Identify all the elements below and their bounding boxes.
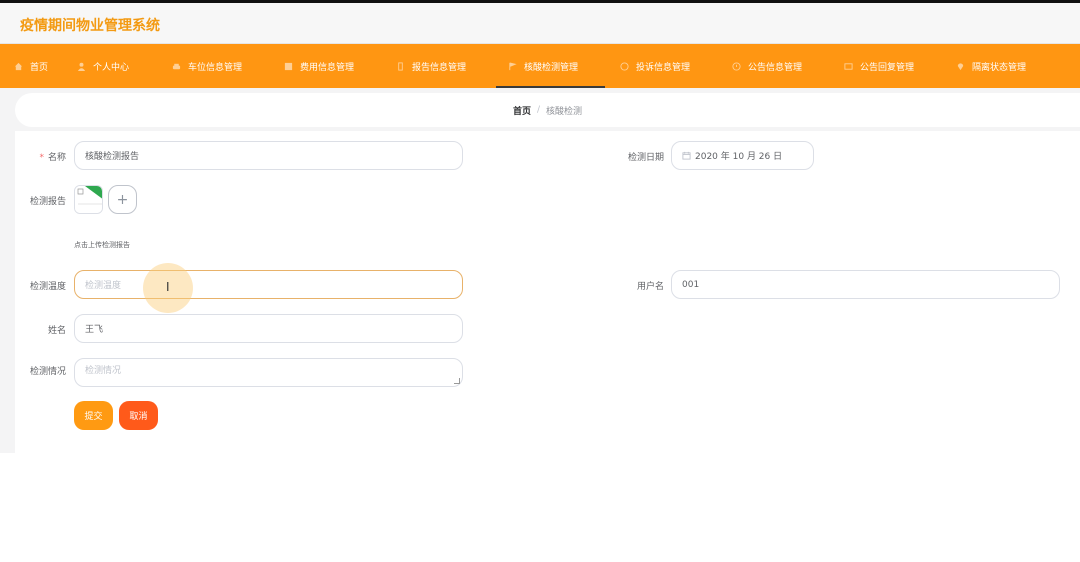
name-label: * 名称	[39, 153, 66, 163]
flag-icon	[509, 61, 517, 70]
complaint-icon	[620, 61, 629, 71]
breadcrumb-current: 核酸检测	[546, 106, 583, 117]
username-input[interactable]: 001	[671, 270, 1060, 299]
cancel-button[interactable]: 取消	[119, 401, 158, 430]
test-date-picker[interactable]: 2020 年 10 月 26 日	[671, 141, 814, 170]
nav-item-nucleic-test[interactable]: 核酸检测管理	[495, 44, 606, 88]
plus-icon: +	[116, 191, 129, 208]
test-status-label: 检测情况	[29, 367, 66, 377]
nav-item-notice-replies[interactable]: 公告回复管理	[844, 44, 914, 88]
nav-item-label: 费用信息管理	[300, 62, 355, 73]
nav-item-personal-center[interactable]: 个人中心	[77, 44, 129, 88]
upload-hint: 点击上传检测报告	[74, 241, 130, 249]
car-icon	[172, 63, 181, 69]
broken-image-icon	[75, 186, 102, 213]
nav-item-label: 报告信息管理	[412, 62, 467, 73]
nav-item-label: 个人中心	[93, 62, 130, 73]
user-icon	[77, 62, 86, 71]
app-header: 疫情期间物业管理系统	[0, 3, 1080, 44]
report-icon	[398, 61, 403, 71]
nav-item-home[interactable]: 首页	[14, 44, 48, 88]
breadcrumb: 首页 / 核酸检测	[15, 93, 1080, 127]
submit-button[interactable]: 提交	[74, 401, 113, 430]
temperature-label: 检测温度	[29, 282, 66, 292]
reply-icon	[844, 62, 853, 70]
nav-item-label: 首页	[30, 62, 49, 73]
app-title: 疫情期间物业管理系统	[20, 18, 160, 34]
notice-icon	[732, 61, 741, 71]
nav-item-label: 隔离状态管理	[972, 62, 1027, 73]
breadcrumb-home[interactable]: 首页	[513, 104, 531, 117]
nav-item-label: 投诉信息管理	[636, 62, 691, 73]
nav-item-label: 公告回复管理	[860, 62, 915, 73]
username-label: 用户名	[636, 282, 664, 292]
nav-item-reports[interactable]: 报告信息管理	[396, 44, 466, 88]
nav-item-parking[interactable]: 车位信息管理	[172, 44, 242, 88]
calendar-icon	[682, 151, 691, 160]
upload-add-button[interactable]: +	[108, 185, 137, 214]
nav-item-isolation[interactable]: 隔离状态管理	[956, 44, 1026, 88]
location-icon	[957, 62, 964, 70]
name-input[interactable]: 核酸检测报告	[74, 141, 463, 170]
required-mark: *	[39, 153, 44, 163]
person-name-input[interactable]: 王飞	[74, 314, 463, 343]
fee-icon	[284, 62, 293, 70]
nav-item-label: 公告信息管理	[748, 62, 803, 73]
nav-item-fees[interactable]: 费用信息管理	[284, 44, 354, 88]
uploaded-image-thumbnail[interactable]	[74, 185, 103, 214]
breadcrumb-separator: /	[536, 105, 541, 115]
text-cursor-icon: I	[166, 280, 170, 294]
test-status-textarea[interactable]: 检测情况	[74, 358, 463, 387]
person-name-label: 姓名	[47, 326, 66, 336]
nav-item-complaints[interactable]: 投诉信息管理	[620, 44, 690, 88]
test-date-label: 检测日期	[627, 153, 664, 163]
nav-item-label: 核酸检测管理	[524, 62, 579, 73]
resize-handle[interactable]	[454, 378, 460, 384]
nav-item-label: 车位信息管理	[188, 62, 243, 73]
home-icon	[14, 62, 23, 70]
nav-item-notices[interactable]: 公告信息管理	[732, 44, 802, 88]
top-nav-bar: 首页 个人中心 车位信息管理 费用信息管理 报告信息管理 核酸检测管理 投诉信息…	[0, 44, 1080, 88]
test-report-label: 检测报告	[29, 197, 66, 207]
temperature-input[interactable]: 检测温度	[74, 270, 463, 299]
